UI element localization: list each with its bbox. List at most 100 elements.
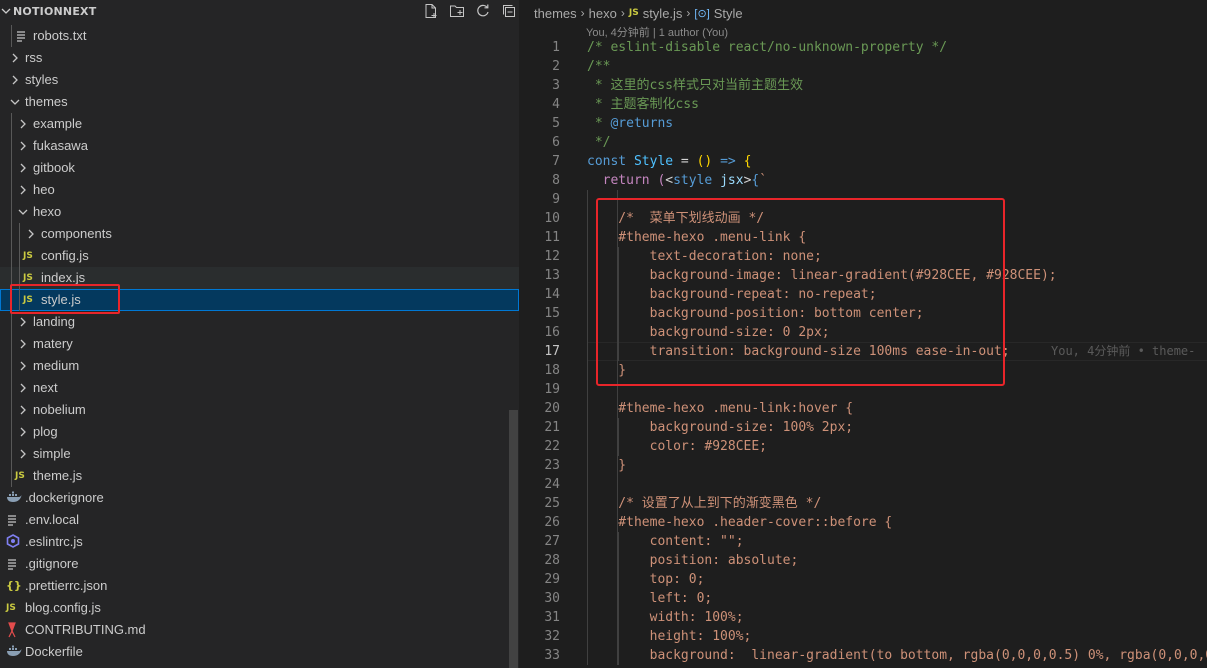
chevron-right-icon[interactable] <box>9 52 21 64</box>
chevron-right-icon[interactable] <box>17 162 29 174</box>
tree-folder[interactable]: hexo <box>0 201 519 223</box>
code-line[interactable]: 21 background-size: 100% 2px; <box>519 418 1207 437</box>
tree-folder[interactable]: landing <box>0 311 519 333</box>
tree-folder[interactable]: components <box>0 223 519 245</box>
code-area[interactable]: 1 /* eslint-disable react/no-unknown-prop… <box>519 38 1207 665</box>
code-line[interactable]: 25 /* 设置了从上到下的渐变黑色 */ <box>519 494 1207 513</box>
code-line[interactable]: 23 } <box>519 456 1207 475</box>
explorer-header[interactable]: NOTIONNEXT <box>0 0 519 24</box>
tree-file[interactable]: .env.local <box>0 509 519 531</box>
code-line[interactable]: 19 <box>519 380 1207 399</box>
tree-folder[interactable]: gitbook <box>0 157 519 179</box>
new-folder-icon[interactable] <box>448 2 466 20</box>
code-line[interactable]: 22 color: #928CEE; <box>519 437 1207 456</box>
code-line[interactable]: 24 <box>519 475 1207 494</box>
tree-folder[interactable]: nobelium <box>0 399 519 421</box>
text-file-icon <box>6 556 22 572</box>
breadcrumb-item-file[interactable]: style.js <box>643 6 683 21</box>
tree-file[interactable]: CONTRIBUTING.md <box>0 619 519 641</box>
code-token: background: linear-gradient(to bottom, r… <box>587 648 1207 663</box>
tree-folder[interactable]: next <box>0 377 519 399</box>
code-line[interactable]: 9 <box>519 190 1207 209</box>
code-line[interactable]: 1 /* eslint-disable react/no-unknown-prop… <box>519 38 1207 57</box>
chevron-down-icon[interactable] <box>0 5 12 17</box>
code-line[interactable]: 13 background-image: linear-gradient(#92… <box>519 266 1207 285</box>
code-line[interactable]: 3 * 这里的css样式只对当前主题生效 <box>519 76 1207 95</box>
chevron-right-icon[interactable] <box>17 338 29 350</box>
code-line[interactable]: 12 text-decoration: none; <box>519 247 1207 266</box>
chevron-right-icon[interactable] <box>9 74 21 86</box>
code-line[interactable]: 18 } <box>519 361 1207 380</box>
code-line[interactable]: 7 const Style = () => { <box>519 152 1207 171</box>
code-line[interactable]: 31 width: 100%; <box>519 608 1207 627</box>
code-line[interactable]: 17 transition: background-size 100ms eas… <box>519 342 1207 361</box>
tree-file[interactable]: .gitignore <box>0 553 519 575</box>
chevron-right-icon[interactable] <box>17 118 29 130</box>
tree-folder[interactable]: styles <box>0 69 519 91</box>
tree-folder[interactable]: themes <box>0 91 519 113</box>
code-line[interactable]: 8 return (<style jsx>{` <box>519 171 1207 190</box>
chevron-down-icon[interactable] <box>9 96 21 108</box>
line-number: 16 <box>544 325 560 340</box>
inline-blame[interactable]: You, 4分钟前 • theme- <box>1051 342 1195 361</box>
indent-guide <box>617 380 618 399</box>
line-number: 1 <box>552 40 560 55</box>
tree-file[interactable]: JS config.js <box>0 245 519 267</box>
code-line[interactable]: 27 content: ""; <box>519 532 1207 551</box>
code-line[interactable]: 26 #theme-hexo .header-cover::before { <box>519 513 1207 532</box>
code-line[interactable]: 16 background-size: 0 2px; <box>519 323 1207 342</box>
chevron-right-icon[interactable] <box>17 360 29 372</box>
chevron-right-icon[interactable] <box>17 404 29 416</box>
refresh-icon[interactable] <box>474 2 492 20</box>
symbol-variable-icon: [⊙] <box>694 7 710 20</box>
tree-folder[interactable]: fukasawa <box>0 135 519 157</box>
code-line[interactable]: 28 position: absolute; <box>519 551 1207 570</box>
code-line[interactable]: 15 background-position: bottom center; <box>519 304 1207 323</box>
code-line[interactable]: 5 * @returns <box>519 114 1207 133</box>
breadcrumb-item-themes[interactable]: themes <box>534 6 577 21</box>
indent-guide <box>587 247 588 266</box>
tree-folder[interactable]: heo <box>0 179 519 201</box>
code-line[interactable]: 30 left: 0; <box>519 589 1207 608</box>
code-line[interactable]: 20 #theme-hexo .menu-link:hover { <box>519 399 1207 418</box>
chevron-right-icon[interactable] <box>17 448 29 460</box>
chevron-down-icon[interactable] <box>17 206 29 218</box>
tree-folder[interactable]: medium <box>0 355 519 377</box>
tree-file[interactable]: .eslintrc.js <box>0 531 519 553</box>
tree-file[interactable]: robots.txt <box>0 25 519 47</box>
chevron-right-icon[interactable] <box>17 316 29 328</box>
code-text: background-repeat: no-repeat; <box>587 285 877 304</box>
tree-file[interactable]: JS blog.config.js <box>0 597 519 619</box>
code-line[interactable]: 2 /** <box>519 57 1207 76</box>
tree-folder[interactable]: simple <box>0 443 519 465</box>
chevron-right-icon[interactable] <box>17 382 29 394</box>
chevron-right-icon[interactable] <box>25 228 37 240</box>
collapse-all-icon[interactable] <box>500 2 518 20</box>
code-line[interactable]: 33 background: linear-gradient(to bottom… <box>519 646 1207 665</box>
tree-file[interactable]: {} .prettierrc.json <box>0 575 519 597</box>
code-line[interactable]: 14 background-repeat: no-repeat; <box>519 285 1207 304</box>
chevron-right-icon[interactable] <box>17 140 29 152</box>
code-line[interactable]: 11 #theme-hexo .menu-link { <box>519 228 1207 247</box>
code-line[interactable]: 10 /* 菜单下划线动画 */ <box>519 209 1207 228</box>
code-line[interactable]: 29 top: 0; <box>519 570 1207 589</box>
new-file-icon[interactable] <box>422 2 440 20</box>
tree-file[interactable]: Dockerfile <box>0 641 519 663</box>
tree-folder[interactable]: plog <box>0 421 519 443</box>
explorer-scrollbar[interactable] <box>509 410 518 668</box>
code-line[interactable]: 32 height: 100%; <box>519 627 1207 646</box>
code-line[interactable]: 6 */ <box>519 133 1207 152</box>
tree-folder[interactable]: matery <box>0 333 519 355</box>
code-line[interactable]: 4 * 主题客制化css <box>519 95 1207 114</box>
chevron-right-icon[interactable] <box>17 426 29 438</box>
breadcrumb-item-hexo[interactable]: hexo <box>589 6 617 21</box>
tree-folder[interactable]: rss <box>0 47 519 69</box>
tree-file[interactable]: JS theme.js <box>0 465 519 487</box>
code-token: transition: background-size 100ms ease-i… <box>587 344 1010 359</box>
chevron-right-icon[interactable] <box>17 184 29 196</box>
tree-file[interactable]: .dockerignore <box>0 487 519 509</box>
breadcrumb-item-symbol[interactable]: Style <box>714 6 743 21</box>
tree-item-label: medium <box>33 358 80 373</box>
tree-folder[interactable]: example <box>0 113 519 135</box>
